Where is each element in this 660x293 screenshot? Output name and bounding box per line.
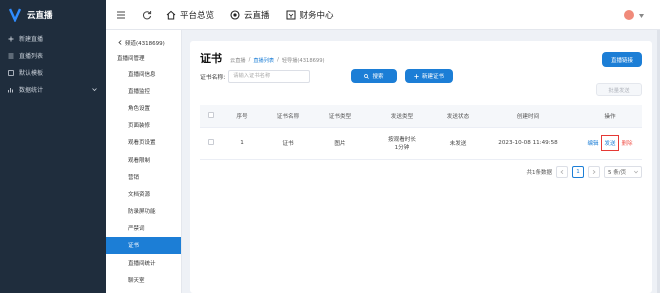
row-actions: 编辑 发送 删除: [578, 135, 642, 151]
column-header: 证书类型: [314, 105, 366, 128]
search-icon: [364, 73, 370, 79]
submenu-item[interactable]: 直播间统计: [106, 254, 181, 271]
batch-send-button[interactable]: 批量发送: [596, 83, 642, 96]
template-icon: [8, 69, 14, 76]
table-row: 1 证书 图片 按观看时长 1分钟 未发送 2023-10-08 11:49:5…: [200, 127, 642, 160]
cell-name: 证书: [262, 127, 314, 160]
submenu-item[interactable]: 文档资源: [106, 185, 181, 202]
left-sidebar: 云直播 新建直播 直播列表 默认模板 数据统计: [0, 0, 106, 293]
filter-label: 证书名称:: [200, 75, 226, 81]
submenu-item[interactable]: 聊天室: [106, 271, 181, 288]
cell-status: 未发送: [438, 127, 478, 160]
search-button[interactable]: 搜索: [351, 69, 397, 83]
live-link-button[interactable]: 直播链接: [602, 52, 642, 67]
nav-label: 财务中心: [299, 10, 334, 21]
chevron-down-icon: [634, 170, 638, 174]
home-icon: [166, 10, 176, 19]
plus-icon: [414, 73, 419, 79]
sidebar-item-label: 新建直播: [19, 36, 44, 43]
sidebar-item-label: 默认模板: [19, 70, 44, 77]
brand-name: 云直播: [27, 11, 53, 21]
search-label: 搜索: [372, 74, 384, 80]
breadcrumb-item: 轻导播(4318699): [281, 58, 325, 64]
channel-back-link[interactable]: 频道(4318699): [106, 35, 181, 50]
send-link[interactable]: 发送: [601, 135, 619, 151]
sidebar-item-label: 直播列表: [19, 53, 44, 60]
edit-link[interactable]: 编辑: [587, 139, 598, 147]
column-header: 发送状态: [438, 105, 478, 128]
chevron-left-icon: [560, 170, 564, 174]
submenu-item[interactable]: 角色设置: [106, 99, 181, 116]
prev-page-button[interactable]: [556, 166, 568, 178]
sidebar-item-live-list[interactable]: 直播列表: [0, 47, 106, 64]
chart-icon: [8, 87, 13, 92]
page-size-value: 5 条/页: [608, 170, 627, 176]
send-type-line: 1分钟: [394, 145, 410, 151]
submenu-item[interactable]: 证书: [106, 236, 181, 255]
sidebar-item-default-template[interactable]: 默认模板: [0, 64, 106, 81]
column-header: 序号: [222, 105, 262, 128]
total-count: 共1条数据: [526, 170, 553, 176]
page-number[interactable]: 1: [572, 166, 584, 178]
chevron-right-icon: [592, 170, 596, 174]
delete-link[interactable]: 删除: [622, 139, 633, 147]
chevron-left-icon: [118, 40, 122, 45]
main-panel: 证书 云直播 / 直播列表 / 轻导播(4318699) 直播链接 证书名称: …: [190, 41, 652, 293]
channel-label: 频道(4318699): [125, 40, 165, 47]
breadcrumb: 云直播 / 直播列表 / 轻导播(4318699): [230, 57, 325, 64]
nav-label: 云直播: [244, 10, 270, 21]
submenu-item[interactable]: 严禁词: [106, 220, 181, 237]
new-label: 新建证书: [421, 74, 444, 80]
nav-label: 平台总览: [180, 10, 215, 21]
select-all-checkbox[interactable]: [208, 111, 214, 118]
avatar[interactable]: [624, 10, 634, 20]
plus-icon: [8, 36, 14, 41]
live-icon: [230, 9, 240, 20]
submenu-item[interactable]: 观看页设置: [106, 134, 181, 151]
submenu-item[interactable]: 防录屏功能: [106, 203, 181, 220]
logo-icon: [9, 8, 21, 22]
sidebar-item-label: 数据统计: [19, 87, 44, 94]
send-type-line: 按观看时长: [388, 137, 416, 143]
submenu-item[interactable]: 直播监控: [106, 82, 181, 99]
submenu-item[interactable]: 观看限制: [106, 151, 181, 168]
cell-created: 2023-10-08 11:49:58: [478, 127, 578, 160]
submenu-item[interactable]: 页面装修: [106, 117, 181, 134]
chevron-down-icon: [92, 88, 97, 92]
nav-cloud-live[interactable]: 云直播: [230, 9, 270, 21]
new-certificate-button[interactable]: 新建证书: [405, 69, 453, 83]
cell-type: 图片: [314, 127, 366, 160]
column-header: 操作: [578, 105, 642, 128]
column-header: 证书名称: [262, 105, 314, 128]
cell-index: 1: [222, 127, 262, 160]
refresh-icon[interactable]: [142, 10, 152, 20]
pagination: 共1条数据 1 5 条/页: [526, 166, 642, 178]
column-header: 创建时间: [478, 105, 578, 128]
sidebar-item-data-stats[interactable]: 数据统计: [0, 81, 106, 98]
menu-icon[interactable]: [116, 10, 126, 20]
brand[interactable]: 云直播: [0, 0, 106, 30]
breadcrumb-item[interactable]: 云直播: [230, 57, 246, 64]
list-icon: [8, 53, 14, 58]
nav-platform-overview[interactable]: 平台总览: [166, 9, 214, 21]
page-title: 证书: [200, 52, 222, 65]
submenu-group-title: 直播间管理: [117, 55, 145, 62]
certificate-name-input[interactable]: 请输入证书名称: [228, 70, 311, 83]
breadcrumb-item[interactable]: 直播列表: [253, 57, 274, 64]
cell-send-type: 按观看时长 1分钟: [366, 127, 438, 160]
row-checkbox[interactable]: [208, 139, 214, 145]
finance-icon: [286, 10, 296, 19]
sidebar-item-new-live[interactable]: 新建直播: [0, 30, 106, 47]
nav-finance-center[interactable]: 财务中心: [286, 9, 334, 21]
submenu-item[interactable]: 营销: [106, 168, 181, 185]
caret-down-icon[interactable]: [639, 14, 644, 18]
next-page-button[interactable]: [588, 166, 600, 178]
table-header-row: 序号 证书名称 证书类型 发送类型 发送状态 创建时间 操作: [200, 105, 642, 128]
top-bar: 平台总览 云直播 财务中心: [106, 0, 660, 30]
page-size-select[interactable]: 5 条/页: [604, 166, 642, 178]
column-header: 发送类型: [366, 105, 438, 128]
submenu-item[interactable]: 直播间信息: [106, 65, 181, 82]
secondary-menu: 频道(4318699) 直播间管理 直播间信息 直播监控 角色设置 页面装修 观看页设置…: [106, 30, 182, 293]
certificate-table: 序号 证书名称 证书类型 发送类型 发送状态 创建时间 操作 1 证书 图片 按…: [200, 105, 642, 160]
